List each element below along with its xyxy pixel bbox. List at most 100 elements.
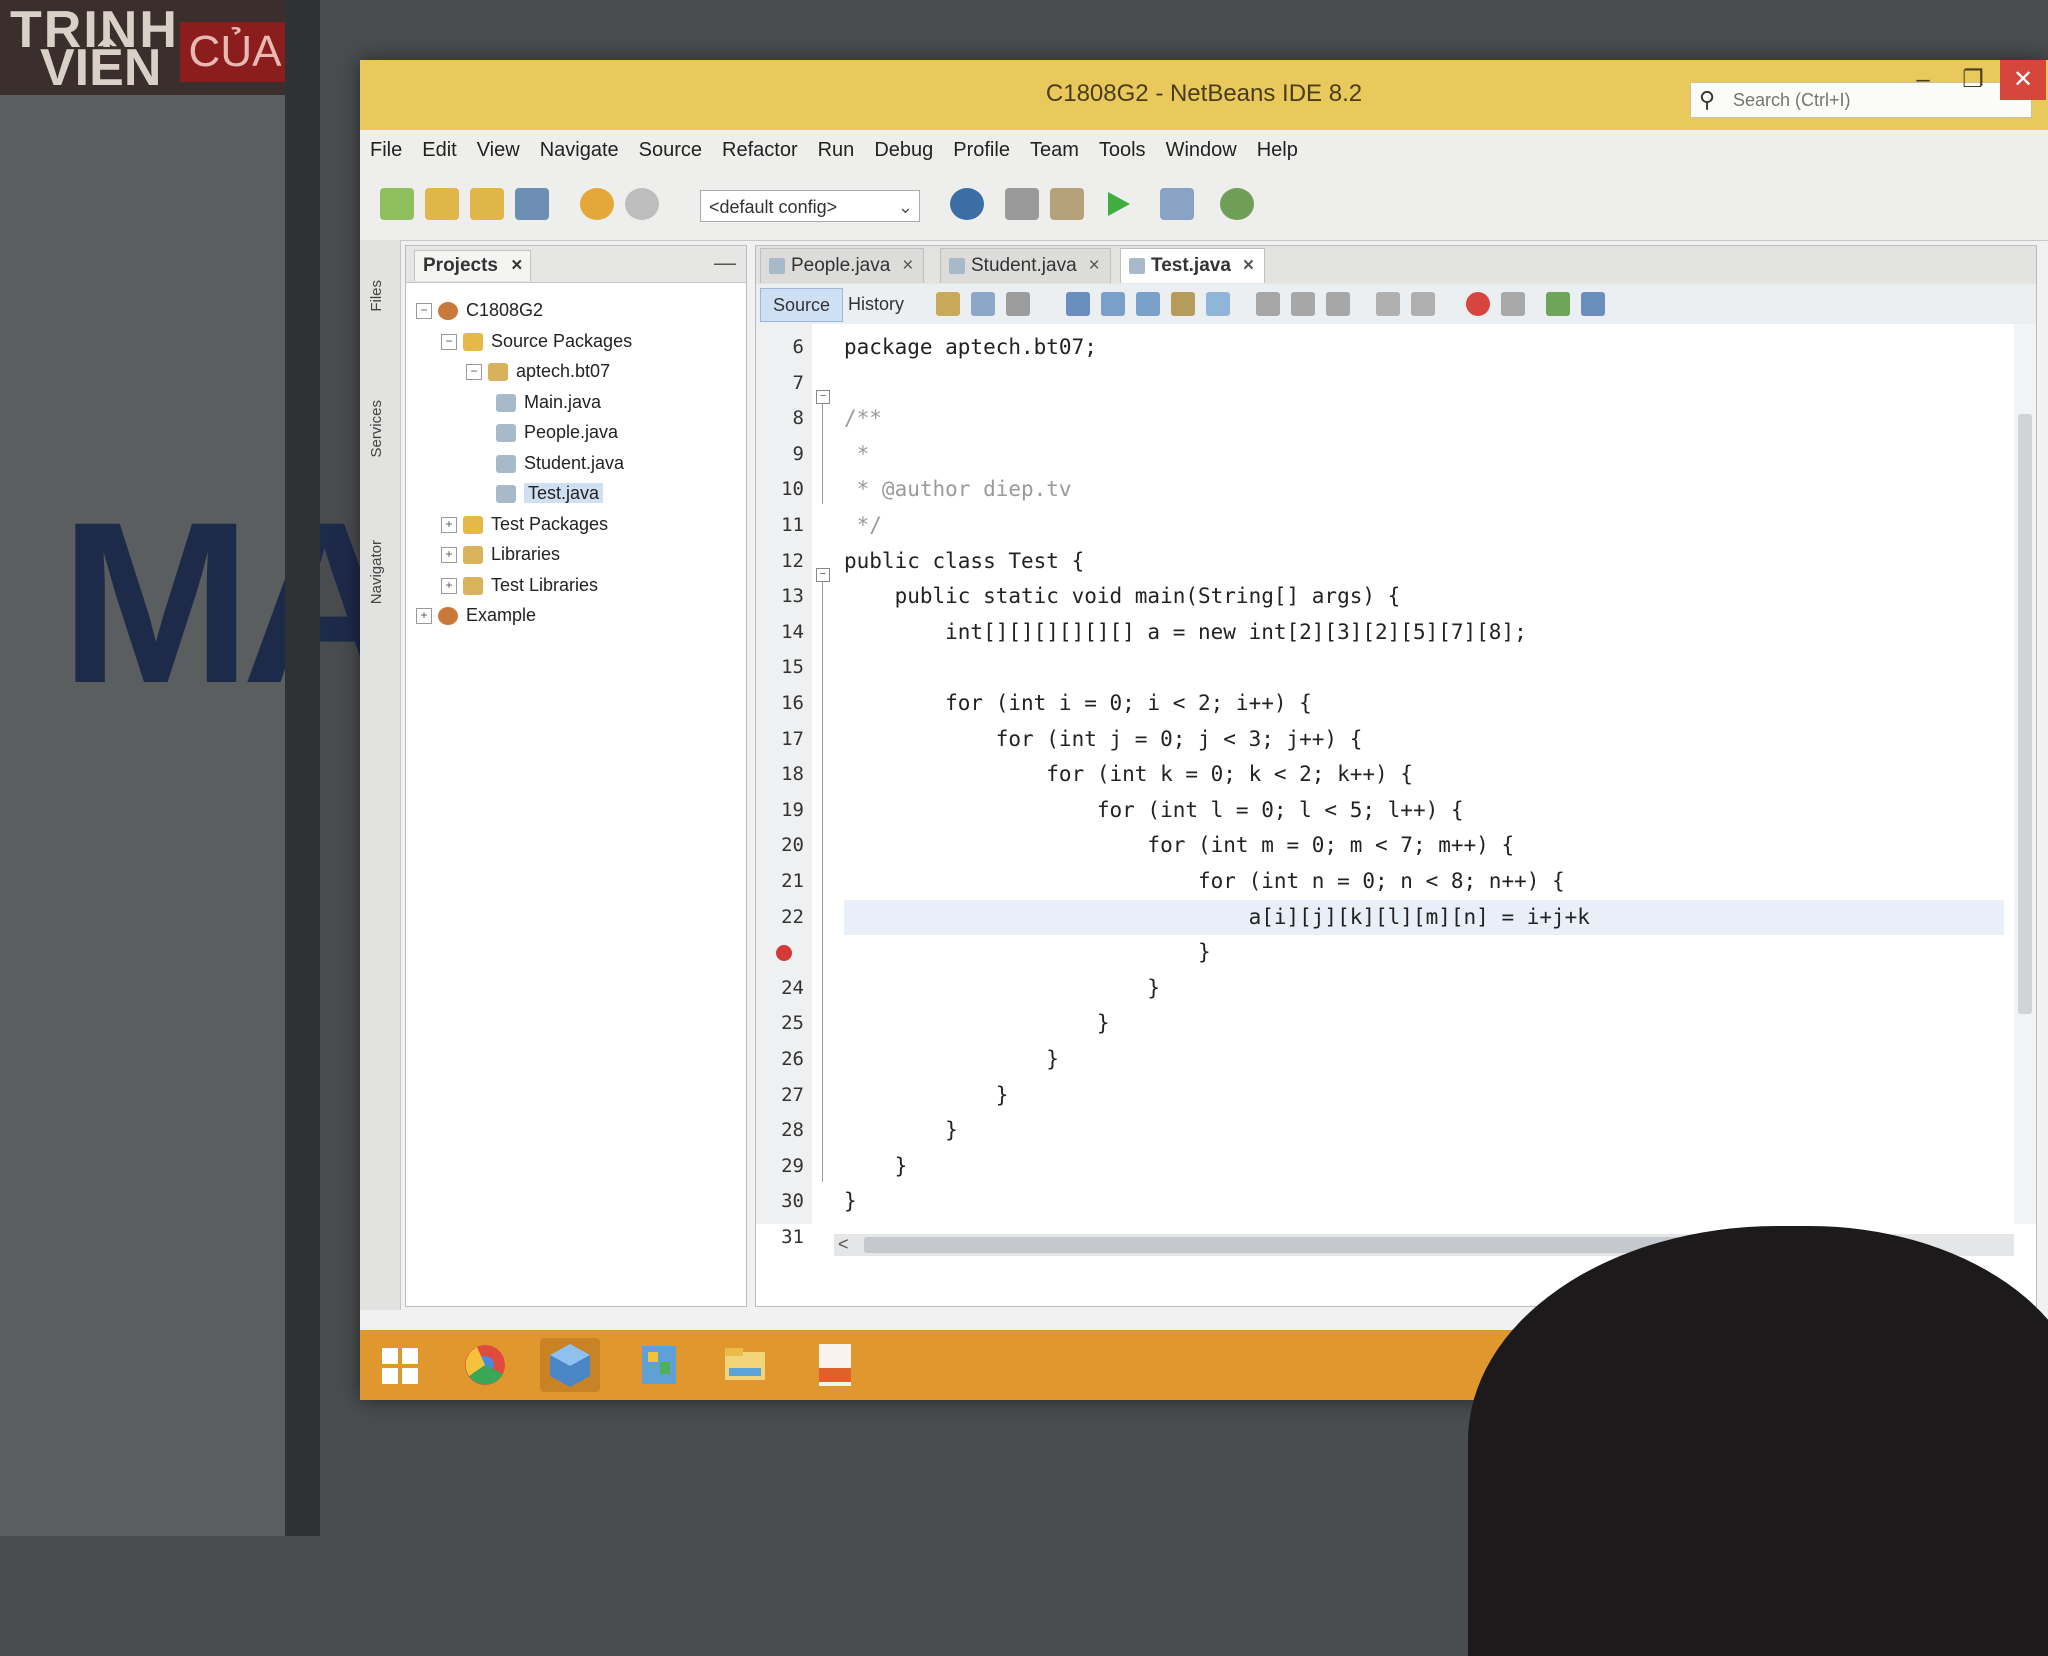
expand-toggle-icon[interactable]: − — [441, 333, 457, 350]
fold-toggle-comment[interactable]: − — [816, 390, 830, 404]
code-line[interactable]: } — [844, 935, 1211, 971]
projects-tab[interactable]: Projects × — [414, 250, 532, 281]
tree-item[interactable]: + Libraries — [441, 540, 560, 568]
code-line[interactable]: } — [844, 1184, 857, 1220]
chrome-icon[interactable] — [455, 1338, 515, 1392]
code-line[interactable]: package aptech.bt07; — [844, 330, 1097, 366]
expand-toggle-icon[interactable]: − — [466, 364, 482, 381]
menu-item-file[interactable]: File — [360, 130, 412, 170]
code-line[interactable]: for (int k = 0; k < 2; k++) { — [844, 757, 1413, 793]
comment-icon[interactable] — [1546, 292, 1570, 316]
uncomment-icon[interactable] — [1581, 292, 1605, 316]
tree-item[interactable]: People.java — [496, 418, 618, 446]
file-tab[interactable]: Student.java × — [940, 248, 1111, 283]
new-file-icon[interactable] — [380, 188, 414, 220]
code-line[interactable]: } — [844, 1113, 958, 1149]
expand-toggle-icon[interactable]: + — [416, 608, 432, 625]
file-explorer-icon[interactable] — [715, 1338, 775, 1392]
redo-icon[interactable] — [625, 188, 659, 220]
debug-icon[interactable] — [1160, 188, 1194, 220]
code-line[interactable]: } — [844, 1078, 1009, 1114]
tree-item[interactable]: Main.java — [496, 388, 601, 416]
restore-button[interactable]: ❐ — [1950, 60, 1996, 100]
menu-item-edit[interactable]: Edit — [412, 130, 466, 170]
paint-icon[interactable] — [630, 1338, 690, 1392]
menu-item-profile[interactable]: Profile — [943, 130, 1020, 170]
code-line[interactable]: } — [844, 1149, 908, 1185]
menu-item-refactor[interactable]: Refactor — [712, 130, 808, 170]
projects-tab-close[interactable]: × — [511, 255, 522, 276]
menu-item-view[interactable]: View — [467, 130, 530, 170]
code-line[interactable]: } — [844, 1006, 1110, 1042]
code-line[interactable]: a[i][j][k][l][m][n] = i+j+k — [844, 899, 2004, 936]
tree-item[interactable]: − Source Packages — [441, 327, 632, 355]
netbeans-taskbar-icon[interactable] — [540, 1338, 600, 1392]
run-icon[interactable] — [1100, 188, 1134, 220]
stop-macro-icon[interactable] — [1501, 292, 1525, 316]
file-tab[interactable]: People.java × — [760, 248, 925, 283]
forward-icon[interactable] — [1006, 292, 1030, 316]
scroll-thumb[interactable] — [864, 1237, 1764, 1253]
menu-item-navigate[interactable]: Navigate — [530, 130, 629, 170]
find-icon[interactable] — [1066, 292, 1090, 316]
minimize-button[interactable]: – — [1900, 60, 1946, 100]
file-tab[interactable]: Test.java × — [1120, 248, 1266, 283]
files-tab[interactable]: Files — [368, 280, 385, 312]
tree-item[interactable]: + Test Libraries — [441, 571, 598, 599]
clean-build-icon[interactable] — [1050, 188, 1084, 220]
code-line[interactable]: */ — [844, 508, 882, 544]
save-all-icon[interactable] — [515, 188, 549, 220]
menu-item-tools[interactable]: Tools — [1089, 130, 1156, 170]
record-macro-icon[interactable] — [1466, 292, 1490, 316]
projects-minimize-button[interactable]: — — [714, 250, 736, 276]
tree-item[interactable]: Test.java — [496, 479, 604, 507]
tab-source[interactable]: Source — [760, 288, 844, 322]
close-tab-icon[interactable]: × — [902, 255, 913, 276]
code-line[interactable]: for (int l = 0; l < 5; l++) { — [844, 793, 1464, 829]
undo-icon[interactable] — [580, 188, 614, 220]
config-select[interactable]: <default config> ⌄ — [700, 190, 920, 222]
toggle-bookmark-icon[interactable] — [1326, 292, 1350, 316]
tree-item[interactable]: + Test Packages — [441, 510, 608, 538]
code-line[interactable]: int[][][][][][] a = new int[2][3][2][5][… — [844, 615, 1527, 651]
fold-toggle-main[interactable]: − — [816, 568, 830, 582]
tree-item[interactable]: + Example — [416, 601, 536, 629]
code-line[interactable]: public static void main(String[] args) { — [844, 579, 1401, 615]
menu-item-team[interactable]: Team — [1020, 130, 1089, 170]
next-bookmark-icon[interactable] — [1291, 292, 1315, 316]
menu-item-run[interactable]: Run — [808, 130, 865, 170]
new-project-icon[interactable] — [425, 188, 459, 220]
code-line[interactable]: * @author diep.tv — [844, 472, 1072, 508]
expand-toggle-icon[interactable]: − — [416, 303, 432, 320]
code-area[interactable]: package aptech.bt07; /** * * @author diep… — [834, 324, 2014, 1224]
globe-icon[interactable] — [950, 188, 984, 220]
shift-right-icon[interactable] — [1411, 292, 1435, 316]
code-line[interactable]: } — [844, 971, 1160, 1007]
scroll-left-icon[interactable]: < — [838, 1234, 849, 1255]
build-hammer-icon[interactable] — [1005, 188, 1039, 220]
code-line[interactable]: * — [844, 437, 870, 473]
find-previous-icon[interactable] — [1101, 292, 1125, 316]
tree-item[interactable]: − aptech.bt07 — [466, 357, 610, 385]
back-icon[interactable] — [971, 292, 995, 316]
menu-item-source[interactable]: Source — [629, 130, 712, 170]
navigator-tab[interactable]: Navigator — [368, 540, 385, 604]
close-tab-icon[interactable]: × — [1243, 255, 1254, 276]
code-line[interactable]: for (int m = 0; m < 7; m++) { — [844, 828, 1514, 864]
menu-item-window[interactable]: Window — [1156, 130, 1247, 170]
menu-item-debug[interactable]: Debug — [864, 130, 943, 170]
expand-toggle-icon[interactable]: + — [441, 547, 457, 564]
code-line[interactable]: } — [844, 1042, 1059, 1078]
expand-toggle-icon[interactable]: + — [441, 516, 457, 533]
close-tab-icon[interactable]: × — [1089, 255, 1100, 276]
expand-toggle-icon[interactable]: + — [441, 577, 457, 594]
toggle-rectangular-icon[interactable] — [1206, 292, 1230, 316]
close-button[interactable]: ✕ — [2000, 60, 2046, 100]
tree-item[interactable]: − C1808G2 — [416, 296, 543, 324]
last-edit-icon[interactable] — [936, 292, 960, 316]
code-line[interactable]: /** — [844, 401, 882, 437]
scroll-thumb[interactable] — [2018, 414, 2032, 1014]
code-line[interactable]: for (int i = 0; i < 2; i++) { — [844, 686, 1312, 722]
code-line[interactable]: for (int n = 0; n < 8; n++) { — [844, 864, 1565, 900]
pdf-reader-icon[interactable] — [805, 1338, 865, 1392]
